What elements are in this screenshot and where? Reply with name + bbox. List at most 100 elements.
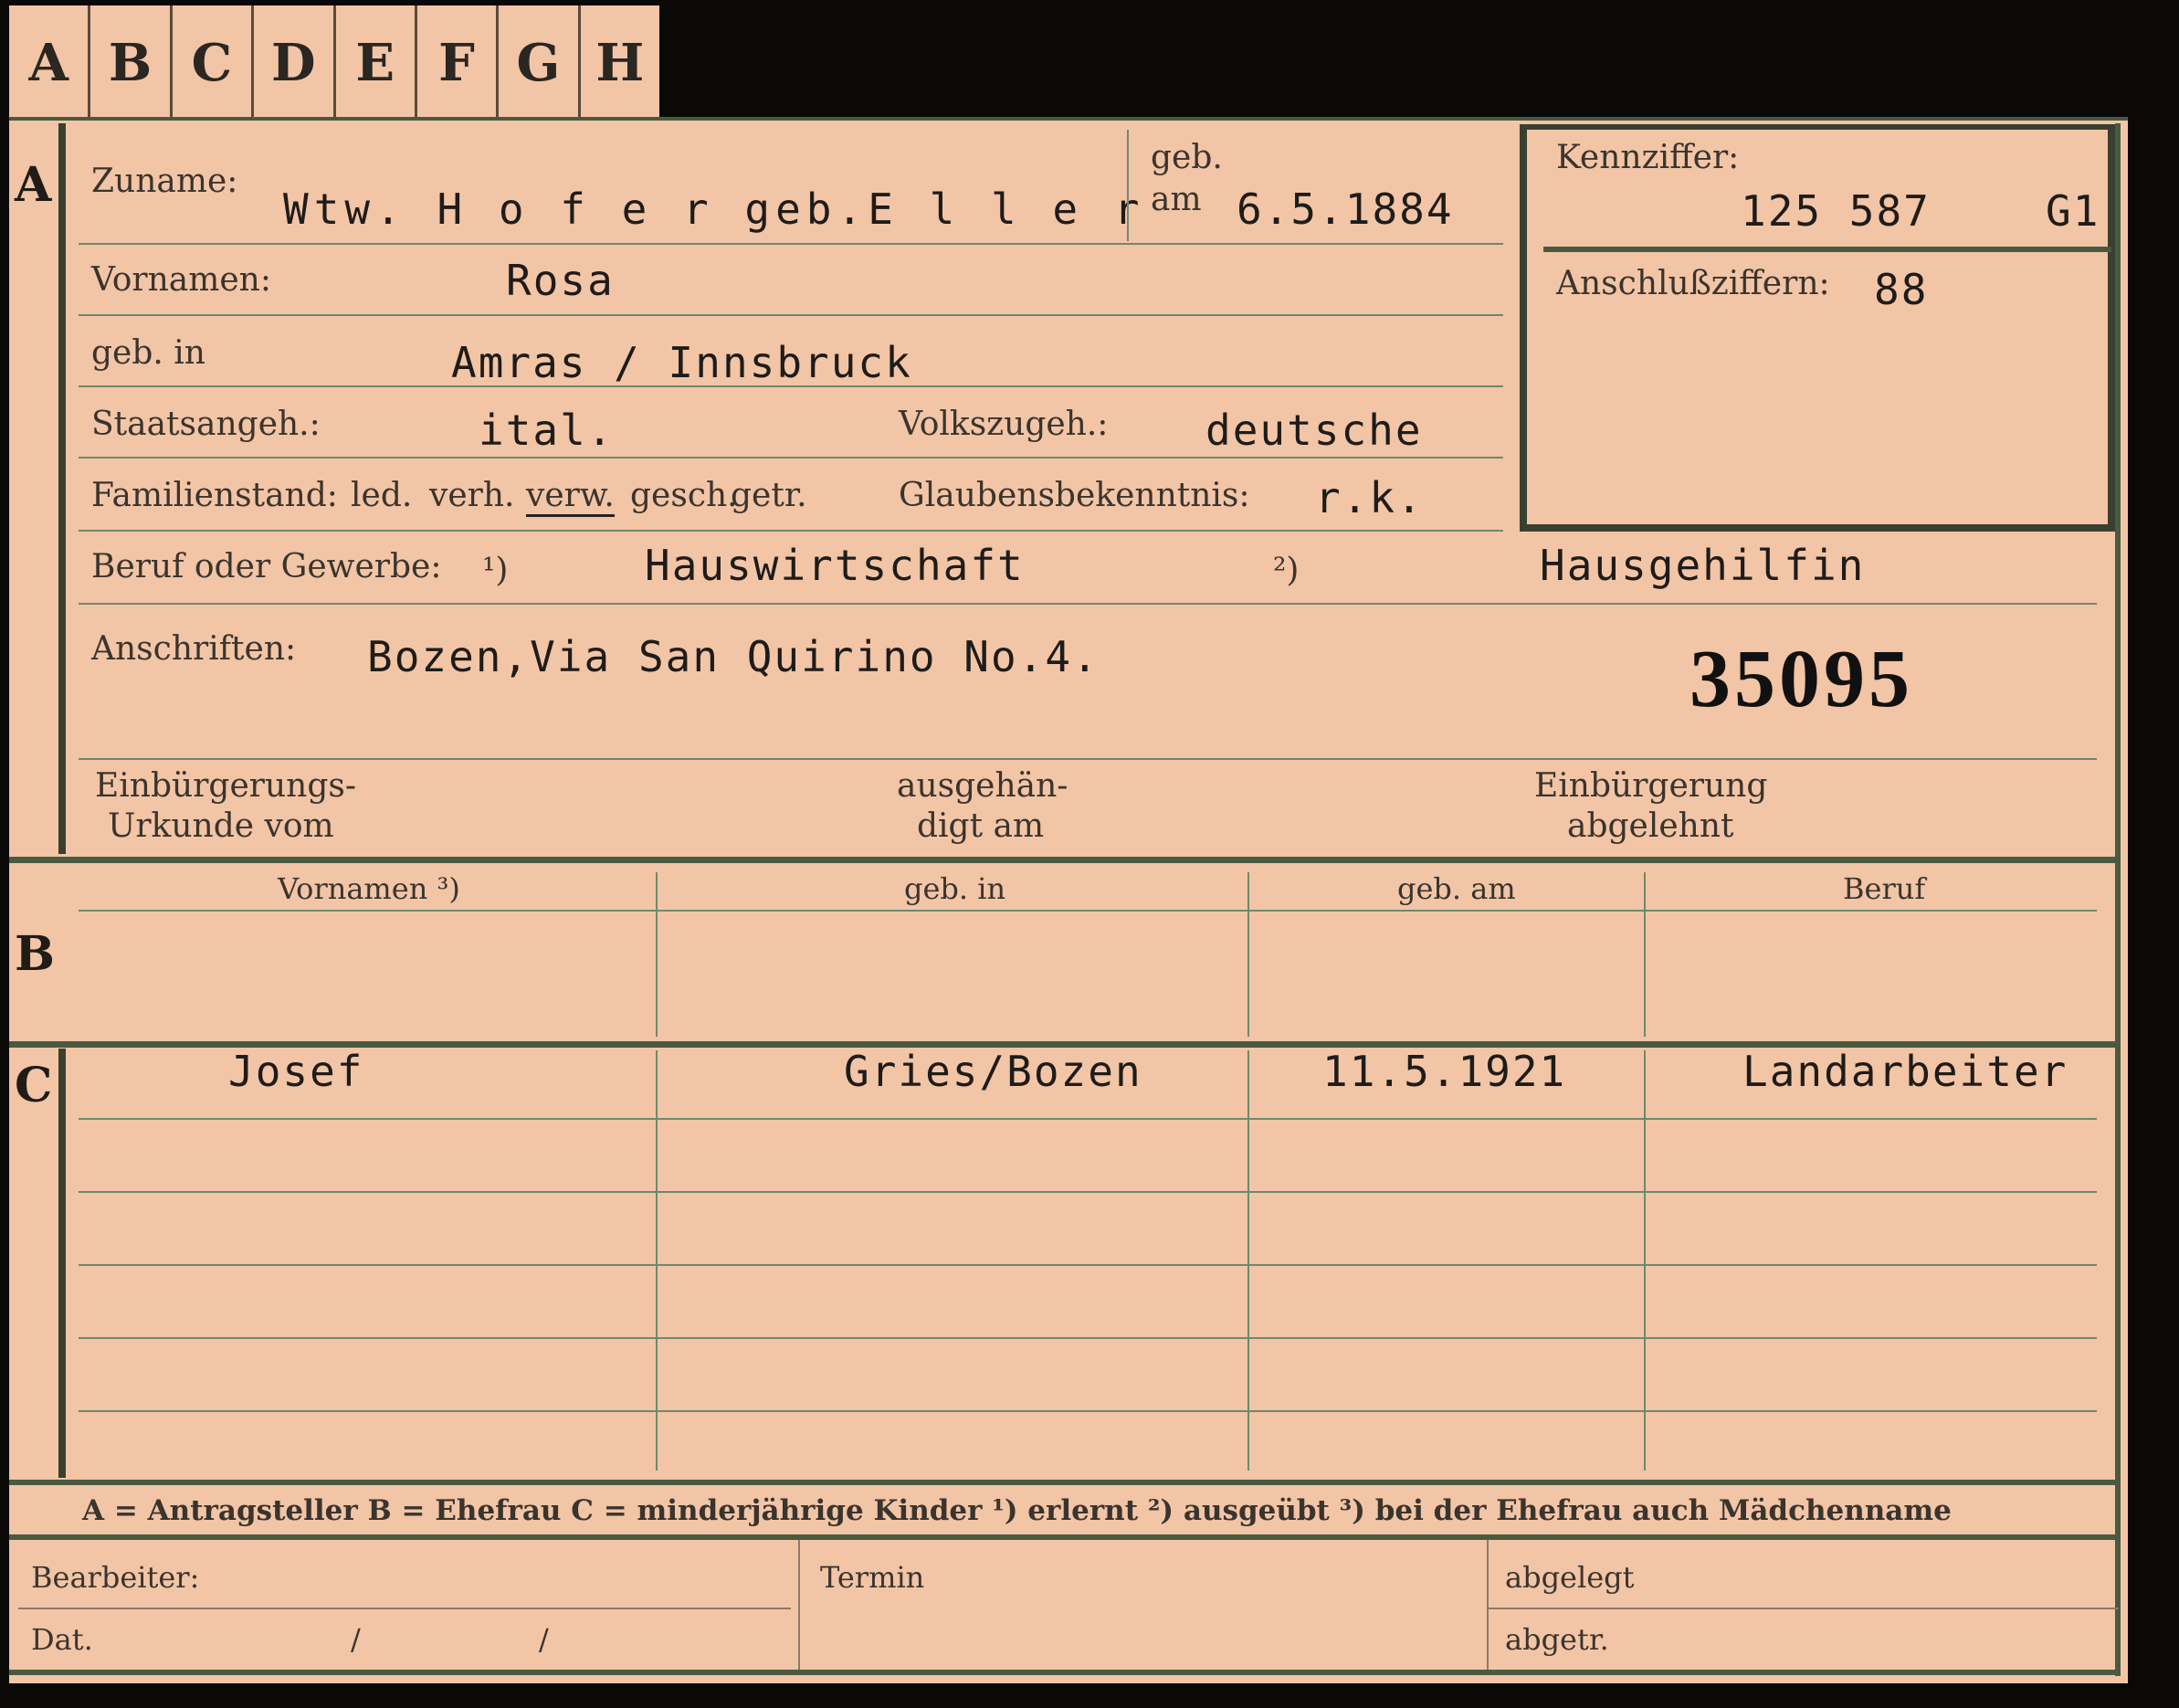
left-rule-c [58,1049,66,1478]
geb-in-value: Amras / Innsbruck [451,338,912,387]
einbuergerung-urkunde-label-1: Einbürgerungs- [95,767,357,805]
volkszugeh-value: deutsche [1205,406,1423,455]
anschluss-value: 88 [1874,265,1929,314]
rule-staatsangeh [79,457,1503,459]
col-divider-b-2 [1247,872,1249,1037]
geb-am-value: 6.5.1884 [1237,185,1454,234]
vornamen-label: Vornamen: [91,261,271,299]
beruf-value-2: Hausgehilfin [1540,541,1866,590]
rule-c-2 [79,1191,2097,1193]
child-geb-in: Gries/Bozen [844,1047,1142,1096]
einbuergerung-urkunde-label-2: Urkunde vom [108,807,334,845]
footer-col-divider-2 [1487,1540,1489,1670]
bearbeiter-label: Bearbeiter: [31,1560,200,1595]
tab-f[interactable]: F [417,5,500,120]
rule-c-5 [79,1410,2097,1412]
page-background: A B C D E F G H A Zuname: Wtw. H o f e r… [0,0,2179,1708]
legend-text: A = Antragsteller B = Ehefrau C = minder… [82,1494,1952,1527]
legend-footer-divider [9,1534,2121,1540]
tab-b[interactable]: B [90,5,173,120]
volkszugeh-label: Volkszugeh.: [899,406,1109,443]
left-rule-a [58,123,66,854]
beruf-note-2: ²) [1273,552,1300,589]
tab-h[interactable]: H [581,5,659,120]
section-a-marker: A [15,157,52,213]
tab-c[interactable]: C [173,5,255,120]
stamp-number: 35095 [1690,634,1913,724]
staatsangeh-label: Staatsangeh.: [91,406,321,443]
section-a-b-divider [9,857,2121,863]
bottom-rule [9,1670,2121,1675]
am-label: am [1151,181,1202,218]
rule-familienstand [79,530,1503,532]
tab-a[interactable]: A [9,5,91,120]
child-geb-am: 11.5.1921 [1322,1047,1567,1096]
col-divider-b-3 [1644,872,1646,1037]
familienstand-verh: verh. [429,477,515,514]
dat-slash-1: / [351,1622,361,1657]
geb-label: geb. [1151,139,1223,176]
col-divider-c-1 [656,1050,658,1471]
kennziffer-value: 125 587 [1741,186,1931,236]
rule-vornamen [79,314,1503,316]
right-rule [2115,123,2121,1676]
col-divider-c-2 [1247,1050,1249,1471]
abgetr-label: abgetr. [1505,1622,1609,1657]
rule-beruf [79,603,2097,605]
dat-slash-2: / [539,1622,549,1657]
staatsangeh-value: ital. [479,406,615,455]
familienstand-label: Familienstand: [91,477,338,514]
familienstand-gesch: gesch. [630,477,738,514]
dat-label: Dat. [31,1622,93,1657]
glaubens-value: r.k. [1315,473,1424,522]
familienstand-led: led. [351,477,413,514]
header-vornamen: Vornamen ³) [278,871,460,906]
rule-abgelegt [1489,1608,2119,1609]
termin-label: Termin [820,1560,925,1595]
rule-c-1 [79,1118,2097,1120]
abgelegt-label: abgelegt [1505,1560,1635,1595]
section-c-legend-divider [9,1480,2121,1485]
beruf-value-1: Hauswirtschaft [645,541,1025,590]
familienstand-getr: getr. [731,477,807,514]
tab-e[interactable]: E [336,5,417,120]
child-beruf: Landarbeiter [1742,1047,2068,1096]
einbuergerung-abgelehnt-label-2: abgelehnt [1567,807,1734,845]
rule-anschriften [79,758,2097,760]
ausgehaendigt-label-1: ausgehän- [897,767,1068,805]
ausgehaendigt-label-2: digt am [917,807,1045,845]
zuname-value: Wtw. H o f e r geb.E l l e r [283,185,1145,234]
kennziffer-label: Kennziffer: [1556,139,1740,176]
col-divider-b-1 [656,872,658,1037]
geb-divider [1127,130,1129,241]
col-divider-c-3 [1644,1050,1646,1471]
rule-bearbeiter [18,1608,791,1609]
footer-col-divider-1 [798,1540,800,1670]
rule-geb-in [79,385,1503,387]
familienstand-verw: verw. [526,477,615,517]
tab-g[interactable]: G [499,5,581,120]
einbuergerung-abgelehnt-label-1: Einbürgerung [1534,767,1768,805]
section-b-marker: B [15,926,55,982]
anschriften-label: Anschriften: [91,630,297,668]
header-beruf: Beruf [1843,871,1926,906]
kennziffer-divider [1543,247,2111,252]
kennziffer-box [1520,124,2115,532]
vornamen-value: Rosa [506,256,615,305]
header-geb-am: geb. am [1397,871,1516,906]
geb-in-label: geb. in [91,334,205,372]
glaubens-label: Glaubensbekenntnis: [899,477,1250,514]
rule-header-b [79,910,2097,912]
rule-c-4 [79,1337,2097,1339]
beruf-label: Beruf oder Gewerbe: [91,548,442,585]
rule-c-3 [79,1264,2097,1266]
rule-zuname [79,243,1503,245]
tab-d[interactable]: D [254,5,336,120]
top-rule [9,117,2128,121]
index-tabs: A B C D E F G H [9,5,659,120]
section-c-marker: C [15,1058,53,1113]
anschluss-label: Anschlußziffern: [1556,265,1830,302]
header-geb-in: geb. in [904,871,1006,906]
beruf-note-1: ¹) [482,552,509,589]
zuname-label: Zuname: [91,163,238,200]
